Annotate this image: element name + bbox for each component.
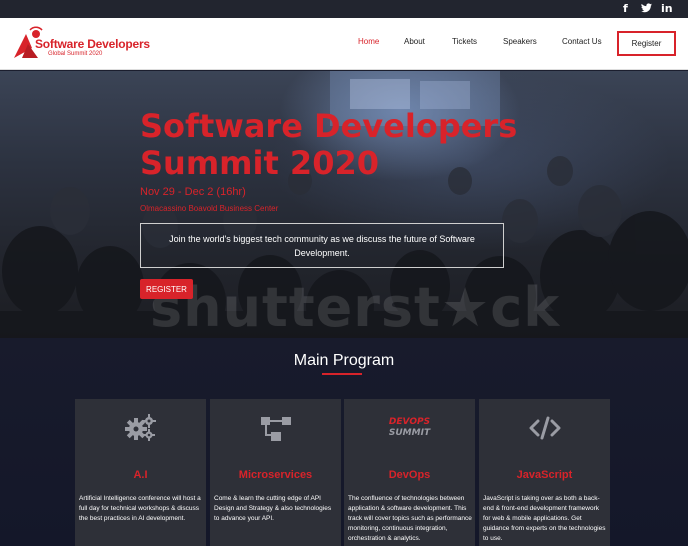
stock-watermark: shutterst★ck — [150, 276, 561, 338]
title-underline — [322, 373, 362, 375]
card-title: A.I — [133, 469, 148, 481]
hero-description: Join the world's biggest tech community … — [169, 233, 475, 258]
gears-icon — [75, 413, 206, 443]
devops-logo-line2: SUMMIT — [388, 428, 431, 438]
nav-register-button[interactable]: Register — [617, 31, 676, 56]
card-description: JavaScript is taking over as both a back… — [483, 495, 606, 542]
hero-title: Software Developers Summit 2020 — [140, 107, 518, 182]
card-title: JavaScript — [516, 469, 573, 481]
code-icon — [479, 413, 610, 443]
hero-description-box: Join the world's biggest tech community … — [140, 223, 504, 268]
nav-tickets[interactable]: Tickets — [452, 37, 477, 46]
nav-about[interactable]: About — [404, 37, 425, 46]
nav-home[interactable]: Home — [358, 37, 379, 46]
hero-dates: Nov 29 - Dec 2 (16hr) — [140, 186, 246, 198]
flowchart-icon — [210, 413, 341, 443]
section-title: Main Program — [293, 352, 395, 369]
top-bar: f in — [0, 0, 688, 18]
card-description: The confluence of technologies between a… — [348, 495, 472, 542]
program-card-devops[interactable]: DEVOPS SUMMIT DevOps The confluence of t… — [344, 399, 475, 546]
devops-logo-line1: DEVOPS — [388, 417, 431, 427]
devops-summit-logo: DEVOPS SUMMIT — [344, 413, 475, 443]
card-title: Microservices — [238, 469, 313, 481]
card-description: Come & learn the cutting edge of API Des… — [214, 495, 332, 522]
hero-section: shutterst★ck Software Developers Summit … — [0, 71, 688, 338]
logo-subtitle: Global Summit 2020 — [48, 51, 103, 57]
main-program-section: Main Program A.I Artificial Intelligence… — [0, 338, 688, 546]
twitter-icon[interactable] — [641, 3, 652, 16]
card-title: DevOps — [388, 469, 431, 481]
linkedin-icon[interactable]: in — [661, 3, 673, 15]
program-card-javascript[interactable]: JavaScript JavaScript is taking over as … — [479, 399, 610, 546]
hero-register-button[interactable]: REGISTER — [140, 279, 193, 299]
facebook-icon[interactable]: f — [623, 3, 628, 15]
program-card-microservices[interactable]: Microservices Come & learn the cutting e… — [210, 399, 341, 546]
hero-venue: Olmacassino Boavold Business Center — [140, 204, 279, 213]
card-description: Artificial Intelligence conference will … — [79, 495, 201, 522]
nav-contact-us[interactable]: Contact Us — [562, 37, 602, 46]
logo-title: Software Developers — [35, 37, 150, 51]
program-card-ai[interactable]: A.I Artificial Intelligence conference w… — [75, 399, 206, 546]
nav-speakers[interactable]: Speakers — [503, 37, 537, 46]
